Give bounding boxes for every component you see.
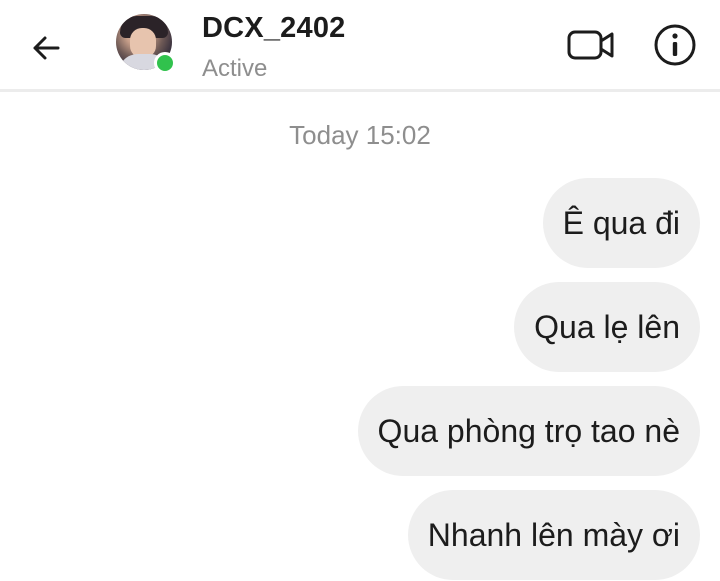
info-icon: [654, 24, 696, 66]
message-bubble[interactable]: Nhanh lên mày ơi: [407, 490, 700, 580]
chat-header: DCX_2402 Active: [0, 0, 720, 92]
video-call-button[interactable]: [566, 24, 616, 66]
video-call-icon: [567, 30, 614, 60]
online-status-dot: [154, 52, 176, 74]
arrow-left-icon: [33, 36, 60, 60]
message-list: Ê qua đi Qua lẹ lên Qua phòng trọ tao nè…: [357, 178, 700, 580]
chat-screen: DCX_2402 Active Today 15:02 Ê qua đi Qua…: [0, 0, 720, 581]
contact-name[interactable]: DCX_2402: [202, 12, 345, 45]
back-button[interactable]: [24, 28, 68, 68]
avatar[interactable]: [116, 14, 176, 74]
message-bubble[interactable]: Qua phòng trọ tao nè: [357, 386, 700, 476]
message-bubble[interactable]: Ê qua đi: [542, 178, 700, 268]
info-button[interactable]: [652, 22, 698, 68]
conversation-timestamp: Today 15:02: [289, 120, 431, 150]
message-bubble[interactable]: Qua lẹ lên: [514, 282, 700, 372]
contact-status: Active: [202, 55, 268, 82]
